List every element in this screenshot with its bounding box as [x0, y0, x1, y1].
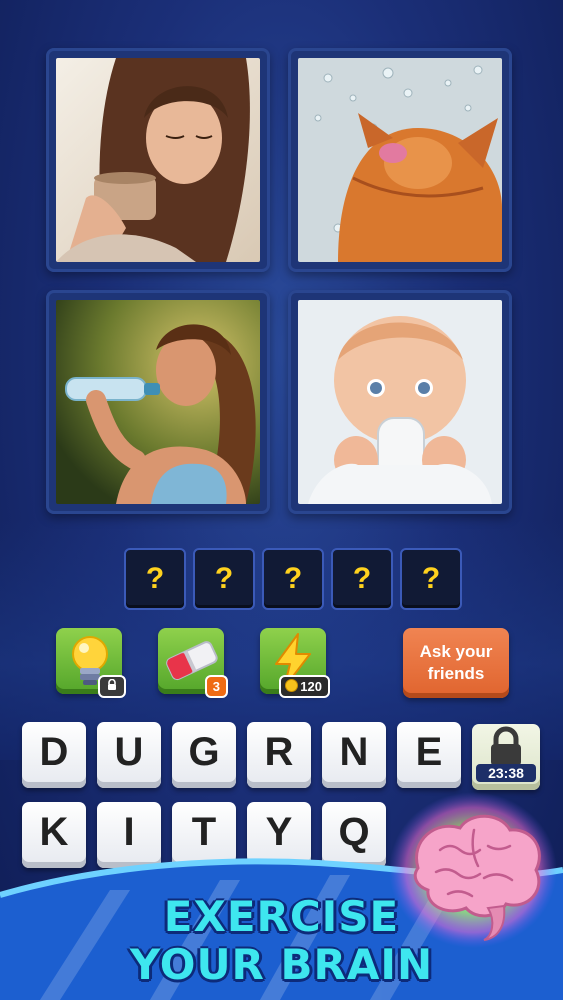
- image-tile-woman-drinking-bottle[interactable]: [46, 290, 270, 514]
- answer-slots: ? ? ? ? ?: [124, 548, 462, 610]
- tagline-line1: EXERCISE: [163, 892, 400, 941]
- coin-icon: [285, 679, 299, 692]
- letter-key[interactable]: R: [247, 722, 311, 788]
- woman-drinking-coffee-image: [56, 58, 260, 262]
- hint-lightbulb-button[interactable]: [56, 628, 126, 698]
- eraser-button[interactable]: 3: [158, 628, 228, 698]
- answer-slot[interactable]: ?: [124, 548, 186, 610]
- eraser-count-badge: 3: [204, 675, 228, 698]
- ask-friends-button[interactable]: Ask your friends: [403, 628, 509, 698]
- letter-key[interactable]: U: [97, 722, 161, 788]
- cat-licking-water-image: [298, 58, 502, 262]
- answer-slot[interactable]: ?: [193, 548, 255, 610]
- lightning-cost-badge: 120: [279, 675, 330, 698]
- answer-slot[interactable]: ?: [262, 548, 324, 610]
- image-tile-cat-licking-water[interactable]: [288, 48, 512, 272]
- letter-key[interactable]: G: [172, 722, 236, 788]
- image-tile-baby-with-bottle[interactable]: [288, 290, 512, 514]
- locked-key-timer[interactable]: 23:38: [472, 724, 540, 790]
- ask-line1: Ask your: [419, 642, 493, 661]
- lightning-button[interactable]: 120: [260, 628, 330, 698]
- answer-slot[interactable]: ?: [400, 548, 462, 610]
- padlock-icon: [491, 726, 521, 766]
- answer-slot[interactable]: ?: [331, 548, 393, 610]
- ask-line2: friends: [427, 664, 485, 683]
- image-tile-woman-drinking-coffee[interactable]: [46, 48, 270, 272]
- lightning-cost: 120: [300, 679, 322, 694]
- letter-key[interactable]: E: [397, 722, 461, 788]
- lock-badge: [98, 675, 126, 698]
- letter-key[interactable]: N: [322, 722, 386, 788]
- letter-key[interactable]: D: [22, 722, 86, 788]
- lock-icon: [108, 678, 116, 690]
- unlock-timer: 23:38: [476, 764, 536, 782]
- woman-drinking-bottle-image: [56, 300, 260, 504]
- puzzle-image-grid: [46, 48, 518, 520]
- tagline-line2: YOUR BRAIN: [129, 940, 434, 989]
- baby-with-bottle-image: [298, 300, 502, 504]
